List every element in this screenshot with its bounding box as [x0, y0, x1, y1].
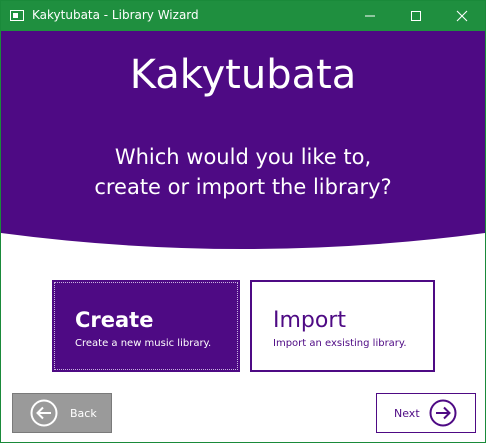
back-label: Back	[70, 407, 97, 420]
app-window-icon	[10, 10, 24, 21]
close-button[interactable]	[439, 1, 485, 31]
minimize-icon	[365, 15, 375, 17]
wizard-question: Which would you like to, create or impor…	[1, 142, 485, 202]
minimize-button[interactable]	[347, 1, 393, 31]
next-button[interactable]: Next	[376, 393, 476, 433]
maximize-icon	[411, 11, 421, 21]
arrow-left-circle-icon	[30, 399, 58, 427]
create-option-title: Create	[75, 308, 154, 332]
next-label: Next	[394, 407, 420, 420]
title-bar[interactable]: Kakytubata - Library Wizard	[1, 1, 485, 31]
question-line-1: Which would you like to,	[114, 145, 372, 169]
import-option-title: Import	[273, 308, 347, 333]
arrow-right-circle-icon	[429, 399, 457, 427]
create-option-description: Create a new music library.	[75, 338, 212, 349]
import-library-option[interactable]: Import Import an exsisting library.	[250, 280, 435, 372]
library-wizard-window: Kakytubata - Library Wizard Kakytubata W…	[0, 0, 486, 443]
back-button[interactable]: Back	[12, 393, 112, 433]
window-title: Kakytubata - Library Wizard	[32, 8, 199, 22]
app-title: Kakytubata	[129, 52, 357, 98]
import-option-description: Import an exsisting library.	[273, 338, 407, 349]
close-icon	[456, 10, 468, 22]
create-library-option[interactable]: Create Create a new music library.	[52, 280, 240, 372]
question-line-2: create or import the library?	[94, 175, 392, 199]
maximize-button[interactable]	[393, 1, 439, 31]
